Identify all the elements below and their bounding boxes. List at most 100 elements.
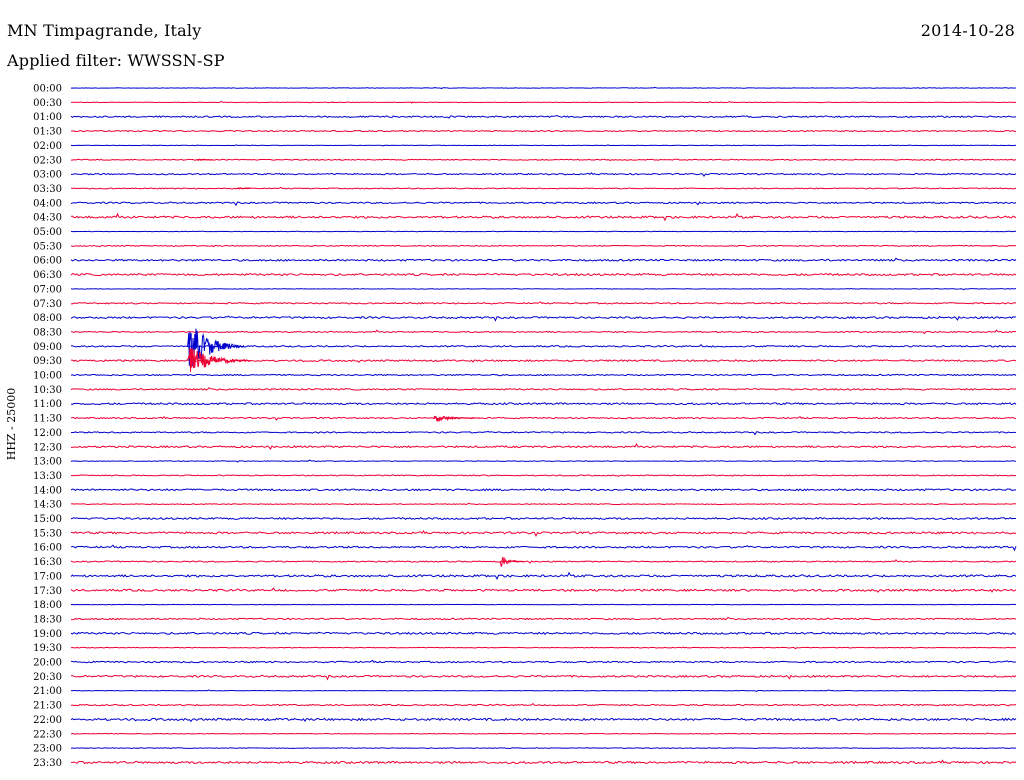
row-label-1830: 18:30: [33, 614, 62, 625]
row-label-1430: 14:30: [33, 500, 62, 511]
row-label-1130: 11:30: [33, 414, 62, 425]
row-label-0100: 01:00: [33, 112, 62, 123]
trace-2000: [70, 659, 1017, 664]
row-label-2100: 21:00: [33, 686, 62, 697]
row-label-1200: 12:00: [33, 428, 62, 439]
row-label-0200: 02:00: [33, 141, 62, 152]
trace-1530: [70, 530, 1017, 538]
row-label-1030: 10:30: [33, 385, 62, 396]
trace-0030: [70, 100, 1017, 104]
trace-0730: [71, 301, 1017, 305]
row-labels: 00:00 00:30 01:00 01:30 02:00 02:30 03:00 03:30…: [33, 84, 62, 769]
row-label-2200: 22:00: [33, 715, 62, 726]
trace-0200: [70, 144, 1017, 147]
trace-1930: [70, 646, 1017, 650]
event-1: [187, 348, 251, 372]
trace-0800: [70, 315, 1017, 322]
trace-0130: [70, 129, 1017, 133]
trace-2030: [70, 674, 1017, 681]
row-label-0230: 02:30: [33, 155, 62, 166]
trace-1100: [70, 402, 1017, 406]
trace-0100: [70, 115, 1017, 119]
trace-0230: [70, 158, 1017, 161]
trace-1400: [70, 488, 1017, 492]
trace-2100: [70, 689, 1017, 692]
row-label-0500: 05:00: [33, 227, 62, 238]
row-label-0130: 01:30: [33, 127, 62, 138]
trace-1700: [70, 571, 1017, 581]
row-label-1930: 19:30: [33, 643, 62, 654]
row-label-0700: 07:00: [33, 284, 62, 295]
trace-2130: [70, 702, 1017, 707]
trace-0330: [70, 186, 1017, 190]
trace-1500: [70, 516, 1017, 521]
row-label-0000: 00:00: [33, 84, 62, 95]
trace-0630: [70, 272, 1017, 277]
trace-2300: [70, 747, 1017, 749]
row-label-1700: 17:00: [33, 571, 62, 582]
row-label-0430: 04:30: [33, 213, 62, 224]
trace-1900: [70, 631, 1017, 635]
row-label-0630: 06:30: [33, 270, 62, 281]
row-label-0930: 09:30: [33, 356, 62, 367]
trace-1230: [70, 443, 1017, 450]
row-label-0030: 00:30: [33, 98, 62, 109]
event-3: [499, 556, 525, 568]
trace-1330: [70, 474, 1017, 477]
trace-0830: [70, 329, 1017, 335]
row-label-1900: 19:00: [33, 629, 62, 640]
trace-0700: [70, 287, 1017, 291]
trace-0400: [70, 201, 1017, 207]
row-label-0730: 07:30: [33, 299, 62, 310]
row-label-0400: 04:00: [33, 198, 62, 209]
row-label-1500: 15:00: [33, 514, 62, 525]
row-label-1600: 16:00: [33, 543, 62, 554]
trace-1430: [70, 502, 1017, 506]
trace-0530: [70, 244, 1017, 248]
trace-0430: [70, 212, 1017, 222]
trace-1000: [70, 373, 1017, 377]
trace-2200: [70, 717, 1017, 723]
row-label-2330: 23:30: [33, 758, 62, 769]
row-label-2000: 20:00: [33, 658, 62, 669]
row-label-1230: 12:30: [33, 442, 62, 453]
row-label-2030: 20:30: [33, 672, 62, 683]
event-4: [196, 158, 213, 161]
trace-0300: [70, 172, 1017, 177]
row-label-1100: 11:00: [33, 399, 62, 410]
trace-2230: [70, 732, 1017, 735]
row-label-1400: 14:00: [33, 485, 62, 496]
trace-1830: [71, 616, 1017, 621]
trace-1130: [70, 415, 1017, 421]
channel-label: HHZ - 25000: [5, 388, 18, 461]
row-label-1000: 10:00: [33, 371, 62, 382]
trace-1600: [70, 544, 1017, 552]
trace-1630: [70, 559, 1017, 564]
helicorder-plot: 00:00 00:30 01:00 01:30 02:00 02:30 03:00 03:30…: [5, 84, 1017, 769]
row-label-0600: 06:00: [33, 256, 62, 267]
row-label-0830: 08:30: [33, 327, 62, 338]
row-label-1630: 16:30: [33, 557, 62, 568]
row-label-0800: 08:00: [33, 313, 62, 324]
row-label-1530: 15:30: [33, 528, 62, 539]
row-label-0530: 05:30: [33, 241, 62, 252]
trace-2330: [70, 759, 1017, 765]
row-label-1800: 18:00: [33, 600, 62, 611]
trace-1730: [70, 587, 1017, 593]
event-6: [332, 101, 335, 104]
trace-1030: [70, 387, 1017, 391]
row-label-0900: 09:00: [33, 342, 62, 353]
row-label-1330: 13:30: [33, 471, 62, 482]
row-label-0300: 03:00: [33, 170, 62, 181]
row-label-2300: 23:00: [33, 744, 62, 755]
row-label-2130: 21:30: [33, 701, 62, 712]
row-label-1300: 13:00: [33, 457, 62, 468]
trace-1200: [70, 430, 1017, 436]
row-label-1730: 17:30: [33, 586, 62, 597]
trace-0000: [70, 86, 1017, 90]
trace-0600: [70, 257, 1017, 262]
trace-0500: [70, 230, 1017, 233]
seismic-traces: [70, 86, 1017, 765]
trace-1300: [70, 459, 1017, 463]
row-label-0330: 03:30: [33, 184, 62, 195]
